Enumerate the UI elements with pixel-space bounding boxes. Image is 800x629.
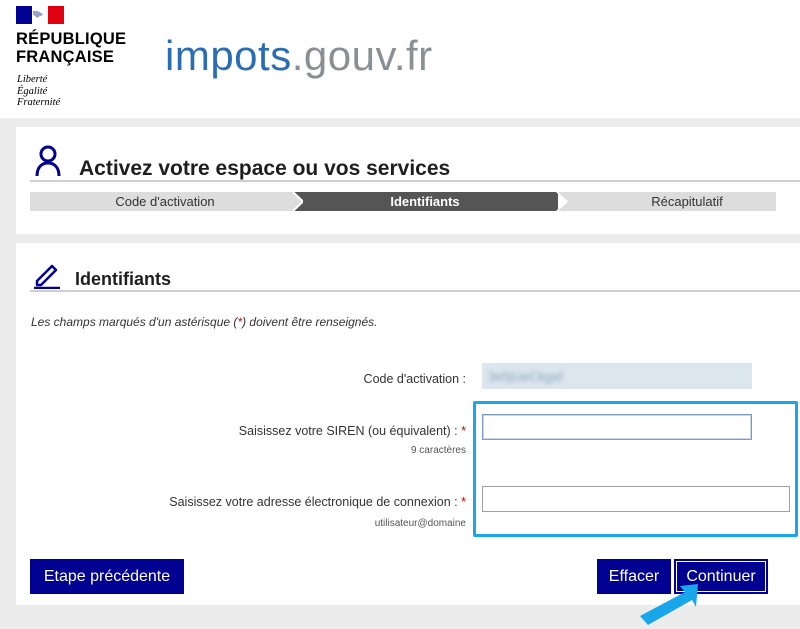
site-header: RÉPUBLIQUE FRANÇAISE Liberté Égalité Fra… (0, 0, 800, 118)
marianne-logo (16, 6, 64, 24)
republic-name: RÉPUBLIQUE FRANÇAISE (16, 30, 126, 66)
republic-line-2: FRANÇAISE (16, 48, 115, 66)
page-title: Activez votre espace ou vos services (79, 157, 451, 180)
motto-line-2: Égalité (17, 85, 48, 97)
title-divider (30, 180, 800, 182)
motto: Liberté Égalité Fraternité (17, 74, 60, 109)
activation-code-value: 3e5jUeCkgxf (482, 363, 752, 389)
required-fields-note: Les champs marqués d'un astérisque (*) d… (31, 315, 378, 329)
previous-step-button[interactable]: Etape précédente (30, 559, 184, 594)
activation-header-card: Activez votre espace ou vos services Cod… (16, 127, 800, 234)
note-text-end: ) doivent être renseignés. (242, 315, 378, 329)
motto-line-1: Liberté (17, 74, 48, 85)
logo-part-impots: impots (165, 32, 292, 79)
email-required-mark: * (461, 495, 466, 509)
siren-label: Saisissez votre SIREN (ou équivalent) : … (239, 424, 466, 438)
activation-code-label: Code d'activation : (363, 372, 466, 386)
impots-gouv-logo[interactable]: impots.gouv.fr (165, 32, 433, 80)
siren-hint: 9 caractères (410, 445, 466, 456)
siren-required-mark: * (461, 424, 466, 438)
step-code-activation: Code d'activation (30, 192, 300, 211)
email-label-text: Saisissez votre adresse électronique de … (169, 495, 458, 509)
step-label: Code d'activation (115, 194, 215, 209)
step-chevron-left (558, 192, 568, 211)
pencil-icon (34, 264, 60, 289)
pointer-arrow-icon (640, 584, 698, 625)
step-label: Récapitulatif (651, 194, 723, 209)
step-label: Identifiants (390, 194, 460, 209)
step-identifiants: Identifiants (293, 192, 566, 211)
email-label: Saisissez votre adresse électronique de … (169, 495, 466, 509)
logo-part-domain: .gouv.fr (291, 32, 433, 79)
section-divider (30, 290, 800, 292)
user-icon (35, 145, 61, 177)
note-text-start: Les champs marqués d'un astérisque ( (31, 315, 238, 329)
activation-code-text: 3e5jUeCkgxf (488, 369, 563, 384)
email-hint: utilisateur@domaine (374, 518, 466, 529)
siren-label-text: Saisissez votre SIREN (ou équivalent) : (238, 424, 458, 438)
section-title: Identifiants (75, 269, 172, 289)
fields-highlight-box (473, 401, 798, 537)
step-chevron-left (293, 192, 303, 211)
motto-line-3: Fraternité (17, 97, 61, 108)
republic-line-1: RÉPUBLIQUE (16, 30, 127, 48)
step-recapitulatif: Récapitulatif (558, 192, 776, 211)
